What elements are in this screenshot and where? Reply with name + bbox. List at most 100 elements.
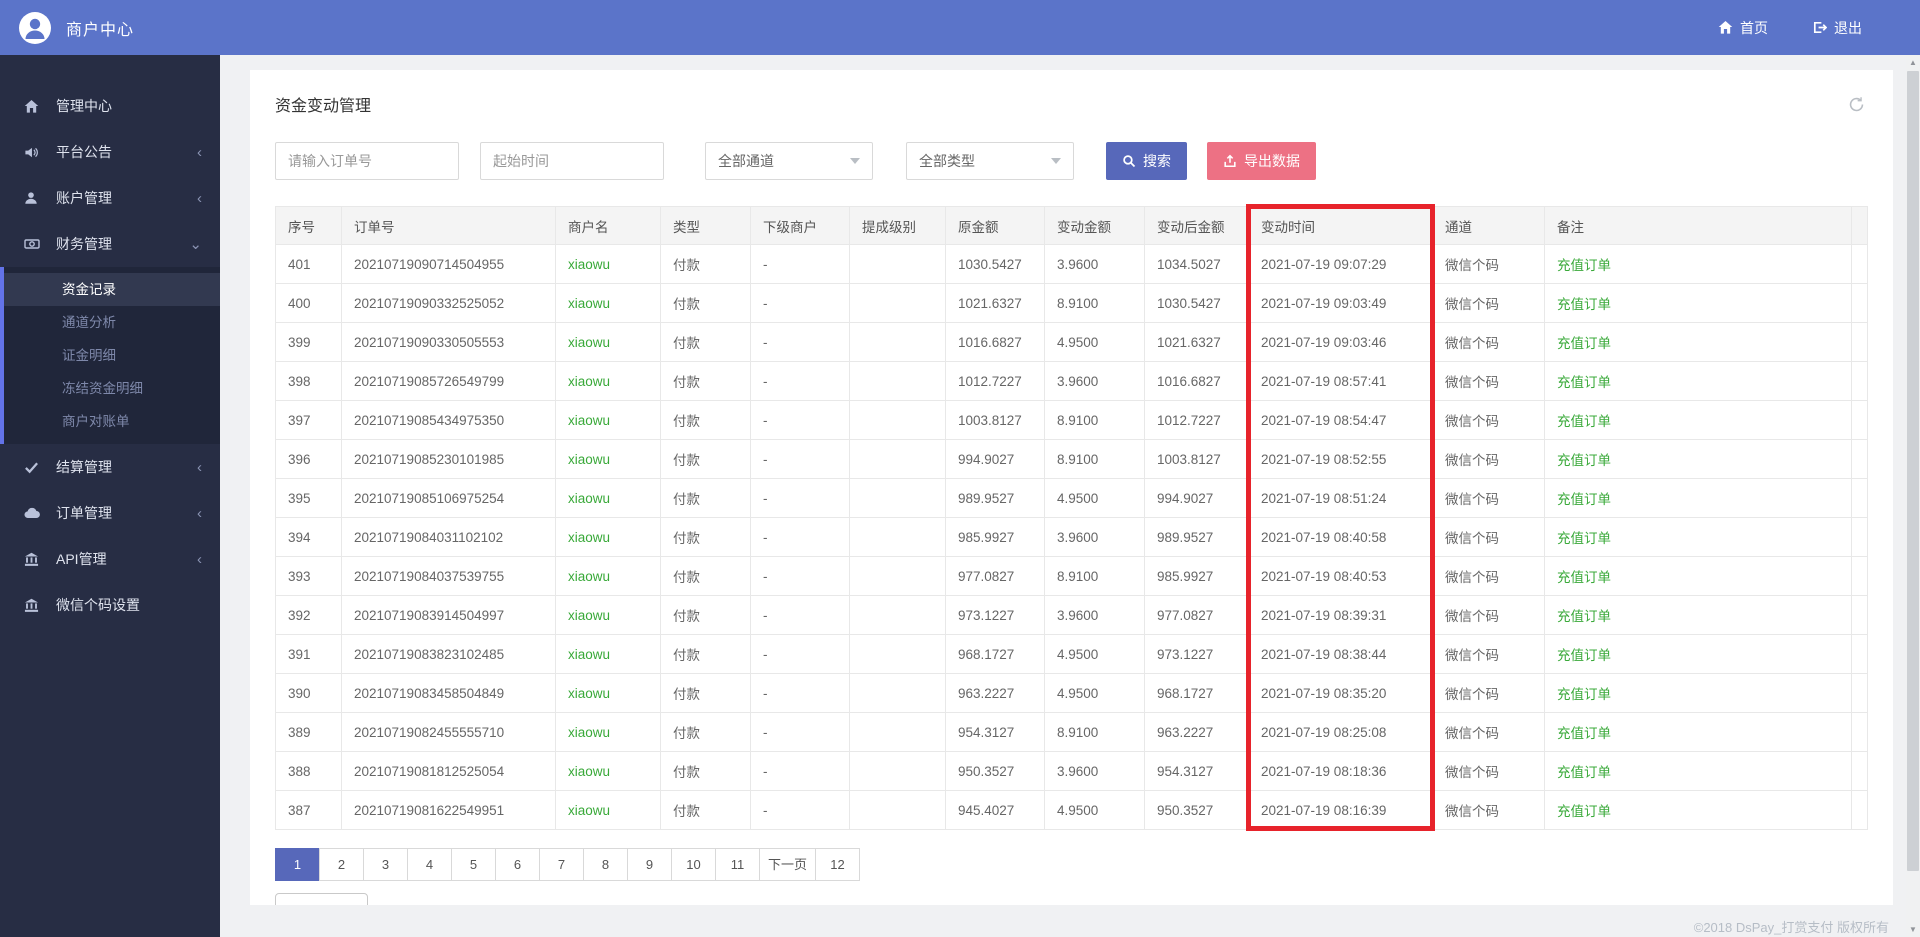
table-cell: 387 xyxy=(275,790,342,830)
table-cell: 1012.7227 xyxy=(945,361,1045,401)
page-size-select[interactable] xyxy=(275,893,368,905)
pagination: 1 2 3 4 5 6 7 8 9 10 11 下一页 12 xyxy=(275,848,1868,881)
chevron-down-icon: ⌄ xyxy=(189,236,202,253)
table-cell: 充值订单 xyxy=(1544,634,1852,674)
table-row: 394 20210719084031102102 xiaowu 付款 - 985.9927… xyxy=(275,517,1868,557)
sidebar-item-management-center[interactable]: 管理中心 xyxy=(0,83,220,129)
table-cell: 付款 xyxy=(660,556,751,596)
nav-home-label: 首页 xyxy=(1740,19,1768,36)
table-cell: 394 xyxy=(275,517,342,557)
scroll-down-arrow-icon[interactable]: ▼ xyxy=(1906,922,1920,937)
pagination-next-button[interactable]: 下一页 xyxy=(759,848,817,881)
vertical-scrollbar[interactable]: ▲ ▼ xyxy=(1906,55,1920,937)
refresh-icon[interactable] xyxy=(1848,96,1865,118)
nav-home-link[interactable]: 首页 xyxy=(1718,18,1768,38)
table-cell: 微信个码 xyxy=(1432,595,1545,635)
sidebar-item-api-management[interactable]: API管理 ‹ xyxy=(0,536,220,582)
table-cell: xiaowu xyxy=(555,595,661,635)
sidebar-subitem-frozen-funds-detail[interactable]: 冻结资金明细 xyxy=(4,372,220,405)
table-row: 389 20210719082455555710 xiaowu 付款 - 954.3127… xyxy=(275,712,1868,752)
table-cell xyxy=(849,712,946,752)
table-cell: 968.1727 xyxy=(1144,673,1249,713)
pagination-page-button-7[interactable]: 7 xyxy=(539,848,584,881)
table-cell: 994.9027 xyxy=(945,439,1045,479)
table-cell: 20210719085106975254 xyxy=(341,478,556,518)
table-cell: 4.9500 xyxy=(1044,673,1145,713)
column-header: 提成级别 xyxy=(849,206,946,245)
table-cell xyxy=(849,244,946,284)
nav-logout-link[interactable]: 退出 xyxy=(1812,18,1862,38)
pagination-page-button-6[interactable]: 6 xyxy=(495,848,540,881)
scroll-up-arrow-icon[interactable]: ▲ xyxy=(1906,55,1920,70)
sidebar-subitem-merchant-statement[interactable]: 商户对账单 xyxy=(4,405,220,438)
pagination-page-button-11[interactable]: 11 xyxy=(715,848,760,881)
pagination-page-button-4[interactable]: 4 xyxy=(407,848,452,881)
table-cell: - xyxy=(750,790,850,830)
sidebar-item-account-management[interactable]: 账户管理 ‹ xyxy=(0,175,220,221)
start-time-input[interactable] xyxy=(480,142,664,180)
sidebar-subitem-fund-records[interactable]: 资金记录 xyxy=(4,273,220,306)
table-cell-filler xyxy=(1851,556,1868,596)
table-cell: 390 xyxy=(275,673,342,713)
table-cell: 2021-07-19 08:40:58 xyxy=(1248,517,1433,557)
main-content: 资金变动管理 全部通道 全部类型 xyxy=(220,55,1920,937)
table-cell-filler xyxy=(1851,595,1868,635)
type-select[interactable]: 全部类型 xyxy=(906,142,1074,180)
table-cell: xiaowu xyxy=(555,322,661,362)
table-cell: xiaowu xyxy=(555,790,661,830)
table-cell: 20210719083458504849 xyxy=(341,673,556,713)
column-header: 订单号 xyxy=(341,206,556,245)
table-cell: 2021-07-19 08:18:36 xyxy=(1248,751,1433,791)
sidebar-item-settlement-management[interactable]: 结算管理 ‹ xyxy=(0,444,220,490)
sidebar-item-wechat-code-settings[interactable]: 微信个码设置 xyxy=(0,582,220,628)
table-cell: 389 xyxy=(275,712,342,752)
sidebar-subitem-deposit-detail[interactable]: 证金明细 xyxy=(4,339,220,372)
table-cell: 4.9500 xyxy=(1044,634,1145,674)
table-cell: xiaowu xyxy=(555,634,661,674)
table-cell: 1034.5027 xyxy=(1144,244,1249,284)
channel-select[interactable]: 全部通道 xyxy=(705,142,873,180)
type-select-value: 全部类型 xyxy=(919,153,975,169)
sidebar-item-finance-management[interactable]: 财务管理 ⌄ xyxy=(0,221,220,267)
table-row: 395 20210719085106975254 xiaowu 付款 - 989.9527… xyxy=(275,478,1868,518)
sidebar-item-platform-announcements[interactable]: 平台公告 ‹ xyxy=(0,129,220,175)
pagination-page-button-8[interactable]: 8 xyxy=(583,848,628,881)
pagination-page-button-1[interactable]: 1 xyxy=(275,848,320,881)
user-avatar-icon[interactable] xyxy=(18,11,52,45)
search-button[interactable]: 搜索 xyxy=(1106,142,1187,180)
table-cell-filler xyxy=(1851,634,1868,674)
table-cell: xiaowu xyxy=(555,673,661,713)
column-header: 变动后金额 xyxy=(1144,206,1249,245)
column-header: 通道 xyxy=(1432,206,1545,245)
sidebar-item-order-management[interactable]: 订单管理 ‹ xyxy=(0,490,220,536)
table-cell: 968.1727 xyxy=(945,634,1045,674)
chevron-left-icon: ‹ xyxy=(197,143,202,161)
pagination-page-button-2[interactable]: 2 xyxy=(319,848,364,881)
table-cell: 充值订单 xyxy=(1544,751,1852,791)
pagination-page-button-5[interactable]: 5 xyxy=(451,848,496,881)
table-cell: 付款 xyxy=(660,595,751,635)
pagination-page-button-3[interactable]: 3 xyxy=(363,848,408,881)
table-cell: 2021-07-19 08:35:20 xyxy=(1248,673,1433,713)
table-cell: 392 xyxy=(275,595,342,635)
table-cell: 微信个码 xyxy=(1432,361,1545,401)
sidebar-subitem-channel-analysis[interactable]: 通道分析 xyxy=(4,306,220,339)
order-number-input[interactable] xyxy=(275,142,459,180)
table-cell: 充值订单 xyxy=(1544,517,1852,557)
pagination-page-button-9[interactable]: 9 xyxy=(627,848,672,881)
pagination-page-button-12[interactable]: 12 xyxy=(815,848,861,881)
table-cell: 2021-07-19 09:03:46 xyxy=(1248,322,1433,362)
table-cell: 400 xyxy=(275,283,342,323)
pagination-page-button-10[interactable]: 10 xyxy=(671,848,716,881)
table-cell: 充值订单 xyxy=(1544,478,1852,518)
table-row: 393 20210719084037539755 xiaowu 付款 - 977.0827… xyxy=(275,556,1868,596)
sidebar-item-label: 管理中心 xyxy=(56,98,112,114)
scrollbar-thumb[interactable] xyxy=(1907,71,1919,871)
export-data-button[interactable]: 导出数据 xyxy=(1207,142,1316,180)
table-cell: 20210719084031102102 xyxy=(341,517,556,557)
table-cell: 1030.5427 xyxy=(945,244,1045,284)
table-cell: 付款 xyxy=(660,244,751,284)
table-cell-filler xyxy=(1851,244,1868,284)
table-row: 396 20210719085230101985 xiaowu 付款 - 994.9027… xyxy=(275,439,1868,479)
table-cell: 微信个码 xyxy=(1432,400,1545,440)
